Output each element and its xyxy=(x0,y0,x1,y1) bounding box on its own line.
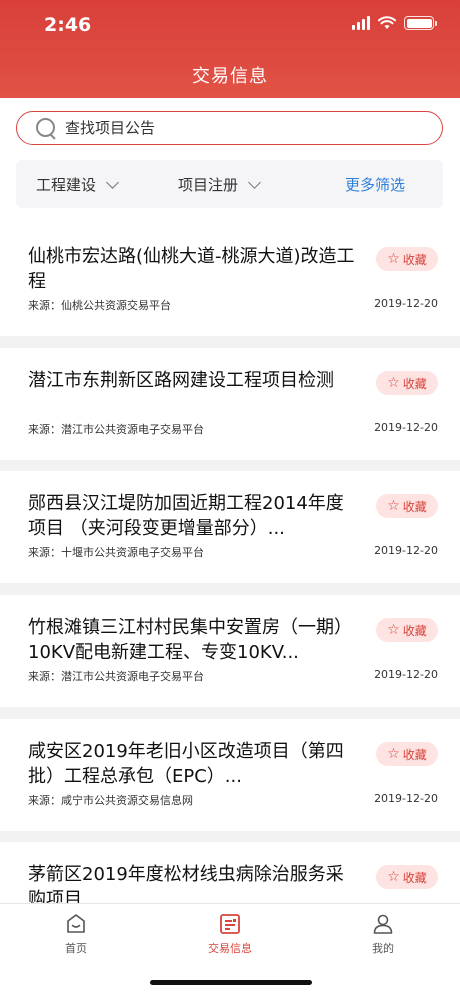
favorite-label: 收藏 xyxy=(402,499,427,514)
tab-mine[interactable]: 我的 xyxy=(333,912,433,956)
favorite-label: 收藏 xyxy=(402,747,427,762)
list-item[interactable]: 竹根滩镇三江村村民集中安置房（一期）10KV配电新建工程、专变10KV... ☆… xyxy=(0,595,460,707)
item-title: 潜江市东荆新区路网建设工程项目检测 xyxy=(28,370,334,391)
favorite-button[interactable]: ☆ 收藏 xyxy=(376,742,438,766)
item-title: 郧西县汉江堤防加固近期工程2014年度项目 （夹河段变更增量部分）... xyxy=(28,493,344,539)
item-date: 2019-12-20 xyxy=(374,544,438,557)
home-indicator xyxy=(150,980,312,985)
item-source: 来源：十堰市公共资源电子交易平台 xyxy=(28,546,204,559)
item-source: 来源：仙桃公共资源交易平台 xyxy=(28,299,171,312)
search-area: 工程建设 项目注册 更多筛选 xyxy=(0,98,460,224)
more-filters-button[interactable]: 更多筛选 xyxy=(345,174,405,195)
star-icon: ☆ xyxy=(387,375,400,391)
star-icon: ☆ xyxy=(387,498,400,514)
list-item[interactable]: 仙桃市宏达路(仙桃大道-桃源大道)改造工程 ☆ 收藏 来源：仙桃公共资源交易平台… xyxy=(0,224,460,336)
favorite-button[interactable]: ☆ 收藏 xyxy=(376,865,438,889)
header: 2:46 交易信息 xyxy=(0,0,460,98)
trade-info-icon xyxy=(220,914,240,934)
item-source: 来源：潜江市公共资源电子交易平台 xyxy=(28,423,204,436)
item-date: 2019-12-20 xyxy=(374,421,438,434)
item-source: 来源：咸宁市公共资源交易信息网 xyxy=(28,794,193,807)
star-icon: ☆ xyxy=(387,869,400,885)
filter-bar: 工程建设 项目注册 更多筛选 xyxy=(16,160,443,208)
home-icon xyxy=(67,914,85,933)
page-title: 交易信息 xyxy=(192,66,268,87)
favorite-button[interactable]: ☆ 收藏 xyxy=(376,494,438,518)
wifi-icon xyxy=(378,16,396,29)
favorite-label: 收藏 xyxy=(402,376,427,391)
item-date: 2019-12-20 xyxy=(374,792,438,805)
favorite-button[interactable]: ☆ 收藏 xyxy=(376,247,438,271)
item-date: 2019-12-20 xyxy=(374,668,438,681)
tab-home-label: 首页 xyxy=(65,942,87,955)
filter-category-label: 工程建设 xyxy=(36,176,97,194)
favorite-label: 收藏 xyxy=(402,252,427,267)
item-date: 2019-12-20 xyxy=(374,297,438,310)
list-item[interactable]: 潜江市东荆新区路网建设工程项目检测 ☆ 收藏 来源：潜江市公共资源电子交易平台 … xyxy=(0,348,460,460)
status-time: 2:46 xyxy=(44,14,92,36)
star-icon: ☆ xyxy=(387,251,400,267)
battery-icon xyxy=(404,16,437,30)
star-icon: ☆ xyxy=(387,622,400,638)
favorite-button[interactable]: ☆ 收藏 xyxy=(376,371,438,395)
search-input[interactable] xyxy=(65,119,405,137)
tab-trade-info[interactable]: 交易信息 xyxy=(180,912,280,956)
filter-category-dropdown[interactable]: 工程建设 xyxy=(36,174,119,195)
item-title: 仙桃市宏达路(仙桃大道-桃源大道)改造工程 xyxy=(28,246,355,292)
tab-home[interactable]: 首页 xyxy=(26,912,126,956)
item-source: 来源：潜江市公共资源电子交易平台 xyxy=(28,670,204,683)
list-item[interactable]: 郧西县汉江堤防加固近期工程2014年度项目 （夹河段变更增量部分）... ☆ 收… xyxy=(0,471,460,583)
chevron-down-icon xyxy=(106,175,119,189)
list-item[interactable]: 咸安区2019年老旧小区改造项目（第四批）工程总承包（EPC）... ☆ 收藏 … xyxy=(0,719,460,831)
tab-mine-label: 我的 xyxy=(372,942,394,955)
favorite-label: 收藏 xyxy=(402,623,427,638)
favorite-button[interactable]: ☆ 收藏 xyxy=(376,618,438,642)
favorite-label: 收藏 xyxy=(402,870,427,885)
search-icon xyxy=(35,117,57,139)
status-icons xyxy=(352,16,437,30)
filter-type-dropdown[interactable]: 项目注册 xyxy=(178,174,261,195)
search-box[interactable] xyxy=(16,111,443,145)
star-icon: ☆ xyxy=(387,746,400,762)
item-title: 竹根滩镇三江村村民集中安置房（一期）10KV配电新建工程、专变10KV... xyxy=(28,617,352,663)
chevron-down-icon xyxy=(248,175,261,189)
filter-type-label: 项目注册 xyxy=(178,176,239,194)
user-icon xyxy=(373,914,393,934)
tab-trade-info-label: 交易信息 xyxy=(208,942,252,955)
item-title: 咸安区2019年老旧小区改造项目（第四批）工程总承包（EPC）... xyxy=(28,741,344,787)
signal-icon xyxy=(352,16,370,30)
